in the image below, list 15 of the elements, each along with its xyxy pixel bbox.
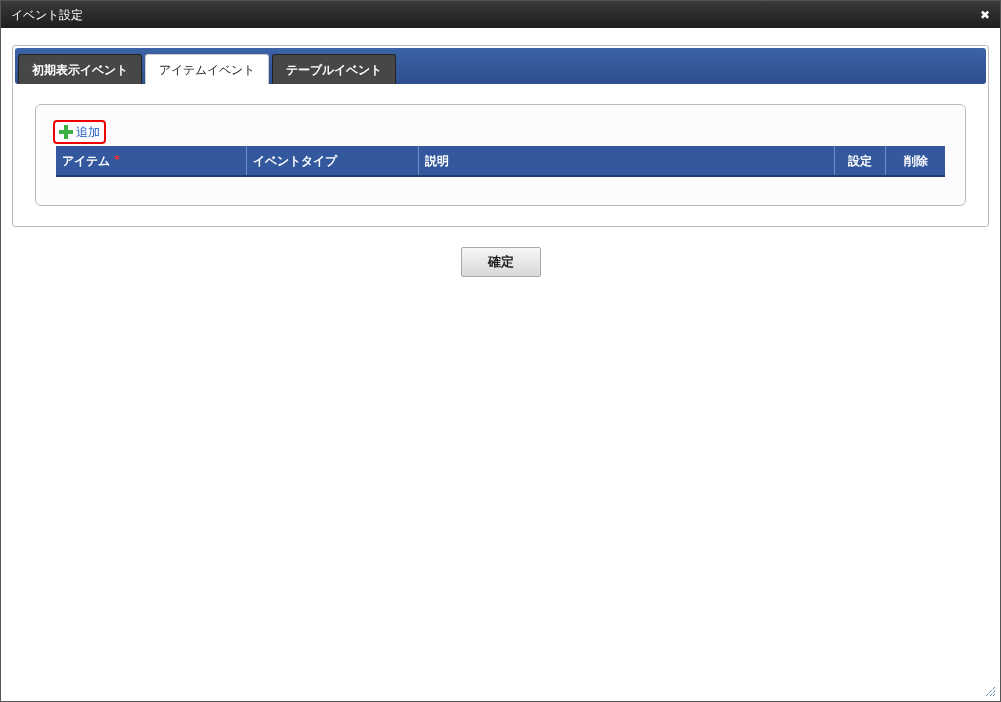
column-header: イベントタイプ	[247, 146, 419, 175]
resize-grip-icon	[985, 686, 996, 697]
tab[interactable]: アイテムイベント	[145, 54, 269, 84]
column-header: 削除	[902, 152, 929, 170]
add-link[interactable]: 追加	[53, 120, 106, 144]
required-mark: *	[114, 152, 120, 169]
column-header: アイテム *	[56, 146, 247, 175]
plus-icon	[59, 125, 73, 139]
window-title: イベント設定	[11, 6, 83, 24]
tab[interactable]: 初期表示イベント	[18, 54, 142, 84]
column-header: 設定	[835, 146, 886, 175]
tab[interactable]: テーブルイベント	[272, 54, 396, 84]
close-button[interactable]: ✖	[979, 8, 990, 21]
confirm-button[interactable]: 確定	[460, 247, 541, 277]
column-header: 説明	[419, 146, 835, 175]
